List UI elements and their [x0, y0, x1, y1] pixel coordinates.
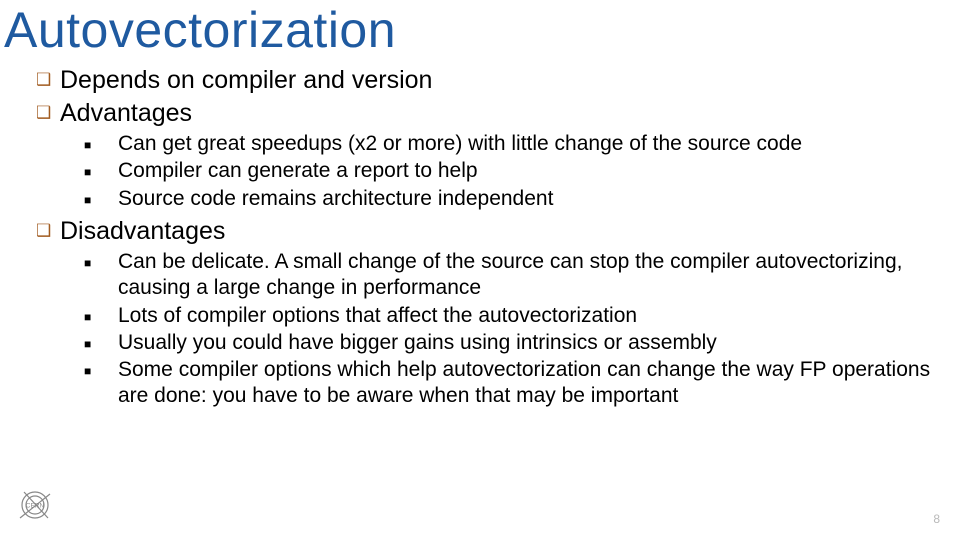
bullet-text: Depends on compiler and version — [60, 65, 432, 96]
sub-bullet: ■ Can be delicate. A small change of the… — [84, 249, 950, 302]
square-bullet-icon: ■ — [84, 158, 118, 182]
bullet-disadvantages: ❑ Disadvantages — [36, 216, 950, 247]
sub-bullet: ■ Lots of compiler options that affect t… — [84, 303, 950, 329]
bullet-advantages: ❑ Advantages — [36, 98, 950, 129]
cern-logo-text: CERN — [26, 503, 45, 510]
sub-bullet: ■ Source code remains architecture indep… — [84, 186, 950, 212]
sub-bullet-text: Usually you could have bigger gains usin… — [118, 330, 725, 356]
cern-logo-icon: CERN — [14, 484, 56, 526]
bullet-text: Disadvantages — [60, 216, 225, 247]
bullet-text: Advantages — [60, 98, 192, 129]
square-bullet-icon: ❑ — [36, 216, 60, 243]
sub-bullet-text: Can get great speedups (x2 or more) with… — [118, 131, 810, 157]
sub-bullet: ■ Some compiler options which help autov… — [84, 357, 950, 410]
square-bullet-icon: ■ — [84, 330, 118, 354]
square-bullet-icon: ■ — [84, 186, 118, 210]
slide-content: ❑ Depends on compiler and version ❑ Adva… — [0, 57, 960, 410]
sub-bullet: ■ Usually you could have bigger gains us… — [84, 330, 950, 356]
sub-bullet-text: Source code remains architecture indepen… — [118, 186, 561, 212]
bullet-depends: ❑ Depends on compiler and version — [36, 65, 950, 96]
square-bullet-icon: ❑ — [36, 98, 60, 125]
sub-bullet: ■ Compiler can generate a report to help — [84, 158, 950, 184]
square-bullet-icon: ■ — [84, 357, 118, 381]
square-bullet-icon: ■ — [84, 131, 118, 155]
square-bullet-icon: ■ — [84, 249, 118, 273]
sub-bullet-text: Lots of compiler options that affect the… — [118, 303, 645, 329]
sub-bullet-text: Compiler can generate a report to help — [118, 158, 486, 184]
square-bullet-icon: ■ — [84, 303, 118, 327]
advantages-sublist: ■ Can get great speedups (x2 or more) wi… — [36, 131, 950, 212]
page-number: 8 — [933, 512, 940, 526]
sub-bullet-text: Some compiler options which help autovec… — [118, 357, 950, 410]
square-bullet-icon: ❑ — [36, 65, 60, 92]
sub-bullet: ■ Can get great speedups (x2 or more) wi… — [84, 131, 950, 157]
disadvantages-sublist: ■ Can be delicate. A small change of the… — [36, 249, 950, 410]
sub-bullet-text: Can be delicate. A small change of the s… — [118, 249, 950, 302]
slide-title: Autovectorization — [0, 0, 960, 57]
slide: Autovectorization ❑ Depends on compiler … — [0, 0, 960, 540]
